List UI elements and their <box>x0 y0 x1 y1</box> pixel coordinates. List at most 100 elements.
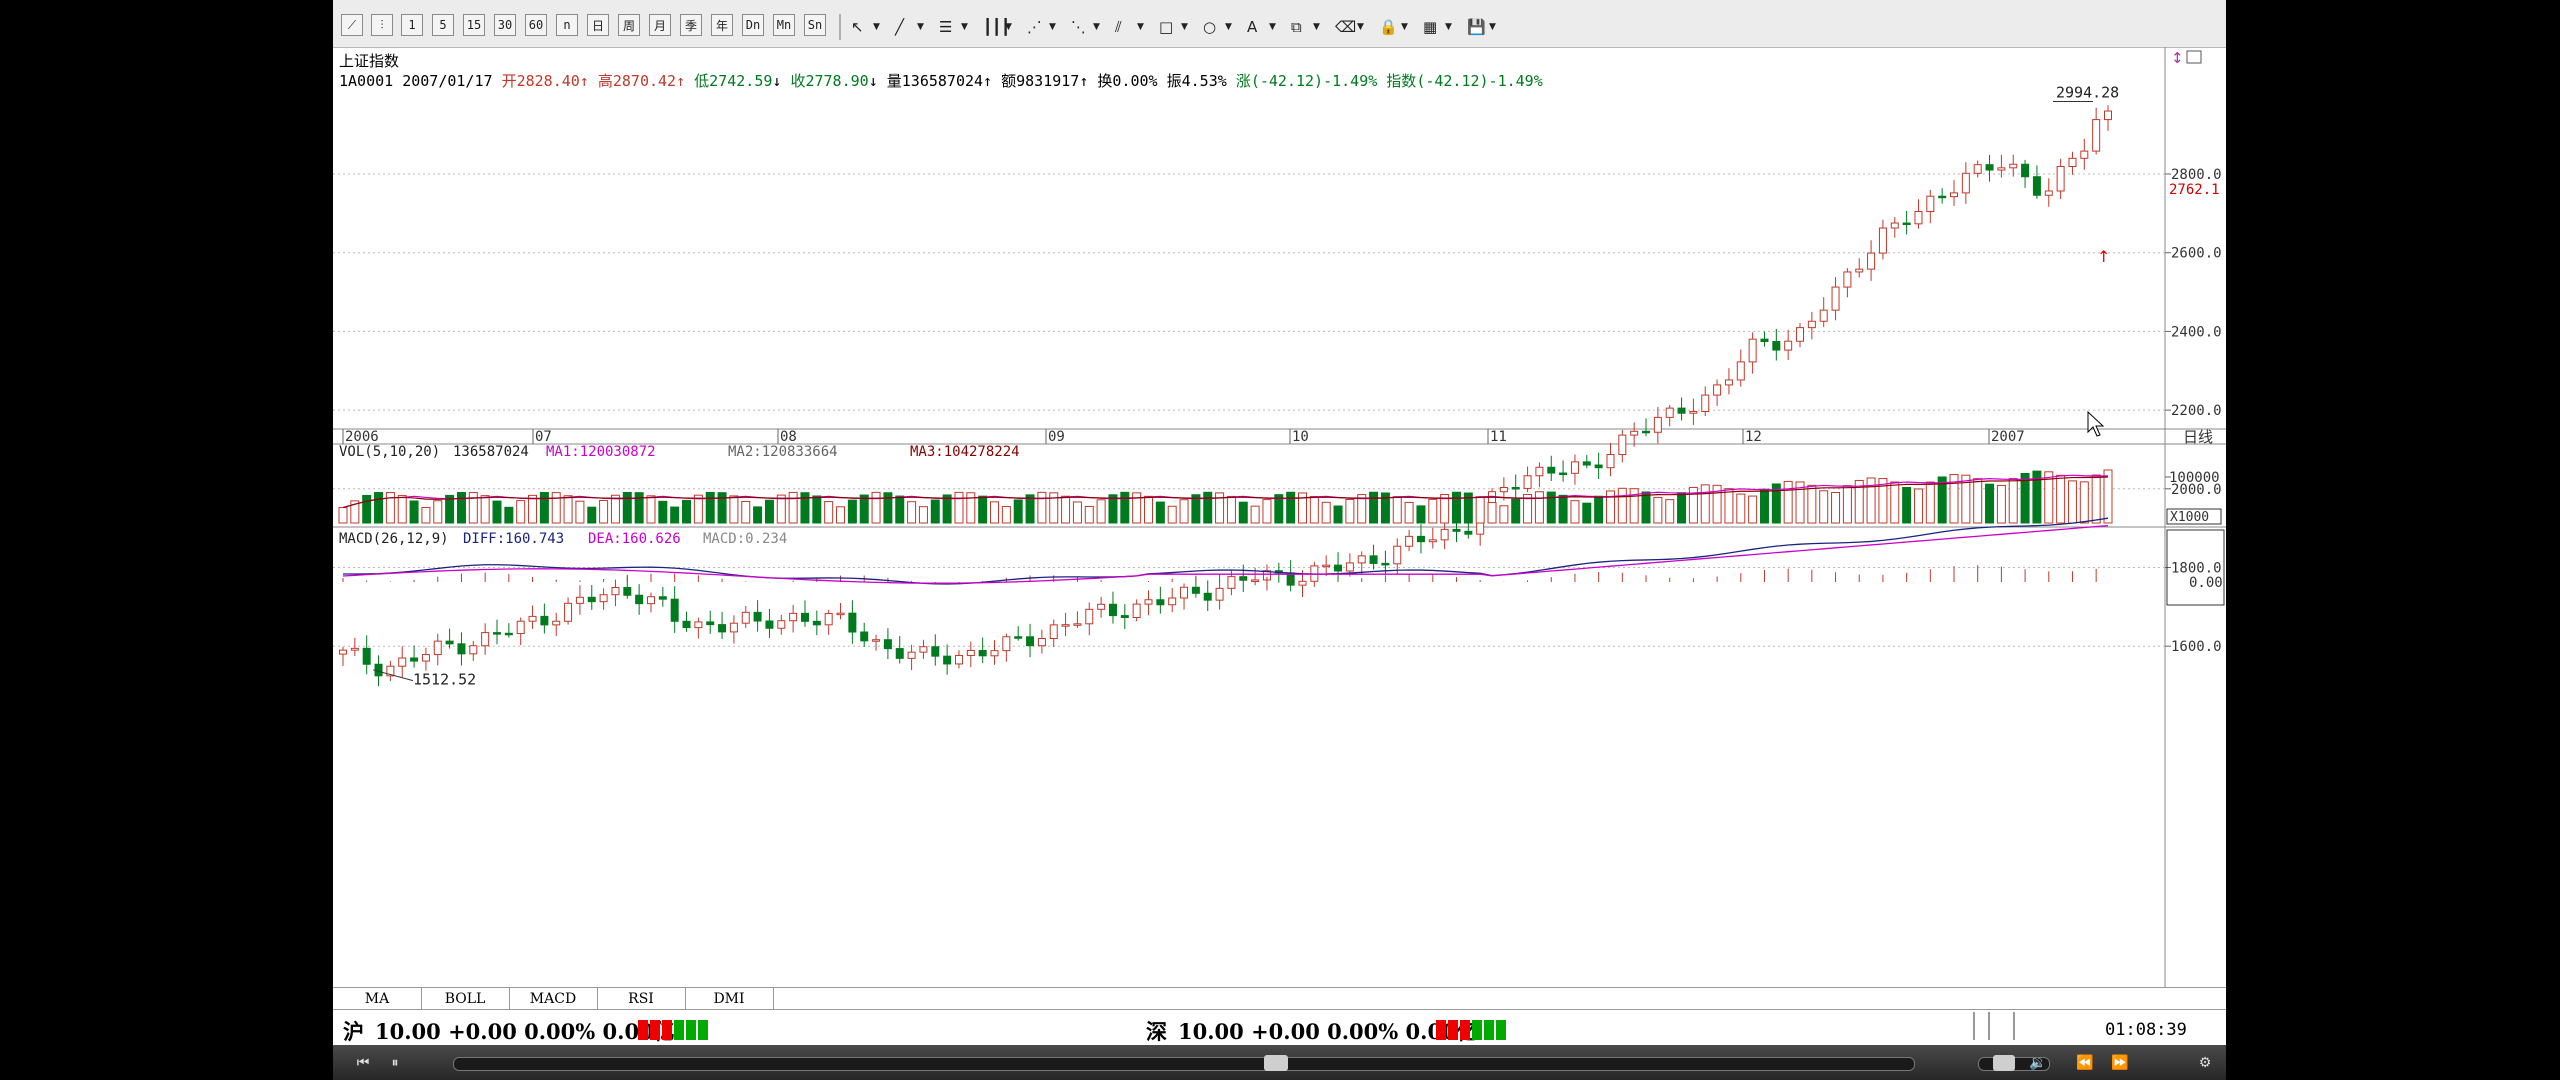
dropdown-arrow-icon[interactable]: ▼ <box>1137 14 1144 40</box>
rectangle-tool-icon[interactable]: □ <box>1159 14 1173 40</box>
line-tool-icon[interactable]: ╱ <box>895 14 904 40</box>
period-multi-button[interactable]: n <box>556 14 578 36</box>
speaker-icon[interactable]: 🔉 <box>2026 1053 2050 1073</box>
candle-body <box>1594 464 1603 469</box>
candle-body <box>1618 434 1627 456</box>
dropdown-arrow-icon[interactable]: ▼ <box>917 14 924 40</box>
candle-body <box>1582 461 1591 466</box>
volume-bar <box>622 491 632 524</box>
period-week-button[interactable]: 周 <box>618 14 640 36</box>
candle-body <box>1073 623 1082 626</box>
shenzhen-label: 深 <box>1146 1019 1167 1044</box>
period-day-button[interactable]: 日 <box>587 14 609 36</box>
candle-body <box>445 640 454 645</box>
text-tool-icon[interactable]: A <box>1247 14 1257 40</box>
volume-bar <box>1120 491 1130 524</box>
seek-thumb[interactable] <box>1263 1055 1288 1071</box>
color-tool-icon[interactable]: ▦ <box>1423 14 1437 40</box>
period-month-button[interactable]: 月 <box>649 14 671 36</box>
tab-boll[interactable]: BOLL <box>421 988 510 1010</box>
candle-body <box>836 612 845 616</box>
tab-rsi[interactable]: RSI <box>597 988 686 1010</box>
volume-thumb[interactable] <box>1992 1055 2015 1071</box>
candle-body <box>872 639 881 642</box>
candle-body <box>611 587 620 596</box>
dropdown-arrow-icon[interactable]: ▼ <box>1005 14 1012 40</box>
rewind-icon[interactable]: ⏪ <box>2073 1053 2097 1073</box>
parallel-tool-icon[interactable]: ⫽ <box>1115 14 1122 40</box>
eraser-tool-icon[interactable]: ⌫ <box>1335 14 1356 40</box>
volume-bar <box>1925 481 1935 524</box>
kline-chart-icon[interactable]: ⫶ <box>371 14 393 36</box>
dropdown-arrow-icon[interactable]: ▼ <box>1445 14 1452 40</box>
dropdown-arrow-icon[interactable]: ▼ <box>1181 14 1188 40</box>
lock-tool-icon[interactable]: 🔒 <box>1379 14 1398 40</box>
period-30min-button[interactable]: 30 <box>494 14 516 36</box>
period-15min-button[interactable]: 15 <box>463 14 485 36</box>
period-5min-button[interactable]: 5 <box>432 14 454 36</box>
x-axis-label: 08 <box>780 429 797 445</box>
period-60min-button[interactable]: 60 <box>525 14 547 36</box>
candle-body <box>978 649 987 657</box>
period-year-button[interactable]: 年 <box>711 14 733 36</box>
candle-body <box>1630 430 1639 436</box>
copy-tool-icon[interactable]: ⧉ <box>1291 14 1302 40</box>
tab-macd[interactable]: MACD <box>509 988 598 1010</box>
candle-body <box>954 654 963 665</box>
candle-body <box>1097 603 1106 610</box>
pause-icon[interactable]: ⏸ <box>383 1053 407 1073</box>
fan-tool-icon[interactable]: ⋰ <box>1027 14 1042 40</box>
ellipse-tool-icon[interactable]: ○ <box>1203 14 1216 40</box>
candle-body <box>1878 227 1887 254</box>
dropdown-arrow-icon[interactable]: ▼ <box>1269 14 1276 40</box>
period-mn-button[interactable]: Mn <box>773 14 795 36</box>
candle-body <box>540 615 549 626</box>
candle-body <box>1203 592 1212 601</box>
gann-tool-icon[interactable]: ⋱ <box>1071 14 1086 40</box>
period-sn-button[interactable]: Sn <box>804 14 826 36</box>
skip-back-icon[interactable]: ⏮ <box>351 1053 375 1073</box>
volume-bar <box>1309 496 1319 524</box>
volume-bar <box>1392 496 1402 524</box>
tab-dmi[interactable]: DMI <box>685 988 774 1010</box>
candle-body <box>2080 150 2089 159</box>
candle-body <box>919 646 928 653</box>
volume-bar <box>1286 491 1296 524</box>
dropdown-arrow-icon[interactable]: ▼ <box>1489 14 1496 40</box>
x-axis-label: 12 <box>1745 429 1762 445</box>
dropdown-arrow-icon[interactable]: ▼ <box>961 14 968 40</box>
candle-body <box>812 620 821 626</box>
candle-body <box>658 596 667 600</box>
settings-icon[interactable]: ⚙ <box>2193 1053 2217 1073</box>
dropdown-arrow-icon[interactable]: ▼ <box>1049 14 1056 40</box>
candle-body <box>1393 545 1402 565</box>
candle-body <box>1180 586 1189 599</box>
candle-body <box>1902 222 1911 226</box>
line-chart-icon[interactable]: ⟋ <box>341 14 363 36</box>
kline-chart[interactable]: 2800.02600.02400.02200.02000.01800.01600… <box>333 47 2226 987</box>
dropdown-arrow-icon[interactable]: ▼ <box>1093 14 1100 40</box>
period-1min-button[interactable]: 1 <box>401 14 423 36</box>
pointer-tool-icon[interactable]: ↖ <box>851 14 864 40</box>
dropdown-arrow-icon[interactable]: ▼ <box>1357 14 1364 40</box>
seek-bar[interactable] <box>453 1055 1915 1071</box>
volume-bar <box>492 500 502 524</box>
chart-area[interactable]: 上证指数 1A0001 2007/01/17 开2828.40↑ 高2870.4… <box>333 47 2226 987</box>
dropdown-arrow-icon[interactable]: ▼ <box>873 14 880 40</box>
channel-tool-icon[interactable]: ☰ <box>939 14 952 40</box>
volume-bar <box>362 494 372 524</box>
candle-body <box>2068 157 2077 168</box>
shanghai-breadth-bar <box>638 1020 710 1040</box>
volume-bar <box>1084 505 1094 524</box>
dropdown-arrow-icon[interactable]: ▼ <box>1225 14 1232 40</box>
fast-forward-icon[interactable]: ⏩ <box>2108 1053 2132 1073</box>
candle-body <box>1037 638 1046 647</box>
candle-body <box>1168 597 1177 606</box>
save-tool-icon[interactable]: 💾 <box>1467 14 1486 40</box>
dropdown-arrow-icon[interactable]: ▼ <box>1313 14 1320 40</box>
period-season-button[interactable]: 季 <box>680 14 702 36</box>
dropdown-arrow-icon[interactable]: ▼ <box>1401 14 1408 40</box>
period-dn-button[interactable]: Dn <box>742 14 764 36</box>
candle-body <box>2021 163 2030 178</box>
tab-ma[interactable]: MA <box>333 988 422 1010</box>
